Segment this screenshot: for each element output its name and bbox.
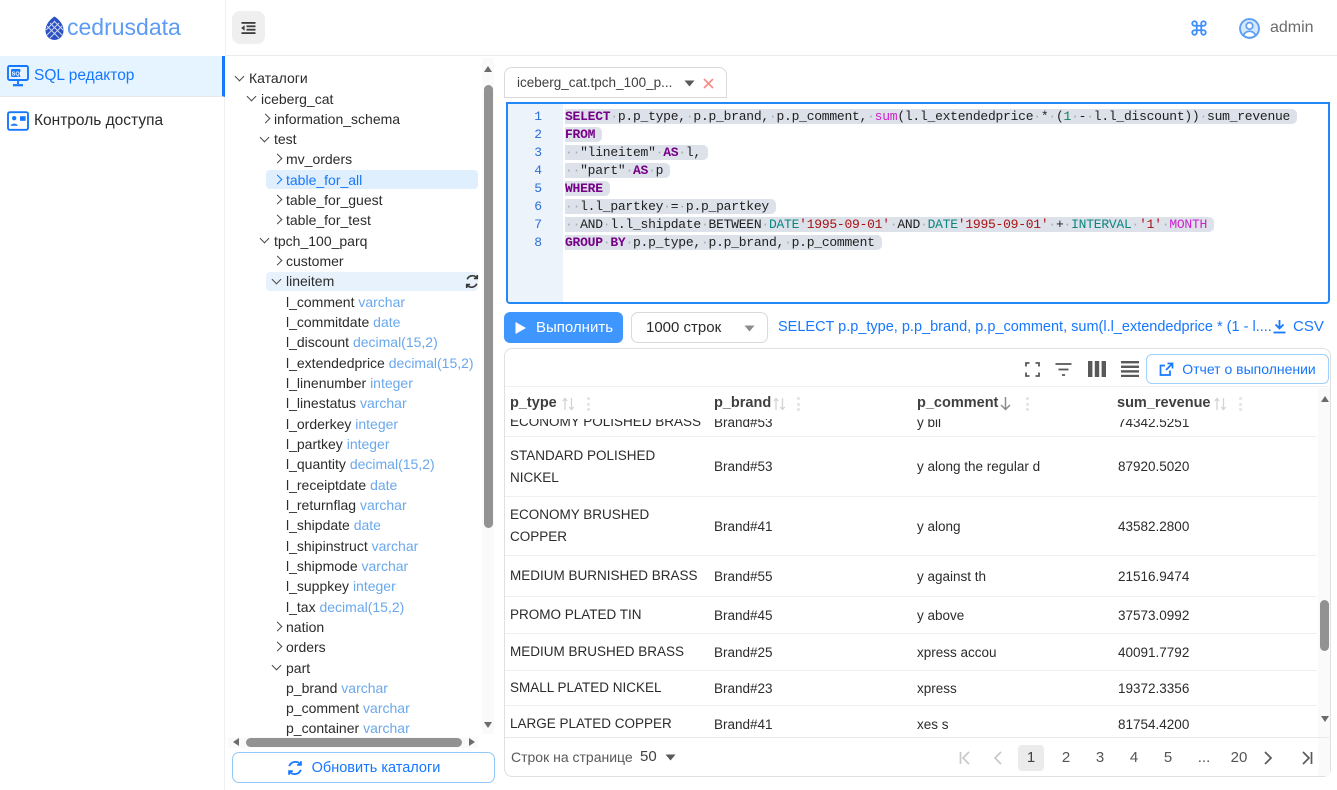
svg-text:SQL: SQL [12,71,24,77]
